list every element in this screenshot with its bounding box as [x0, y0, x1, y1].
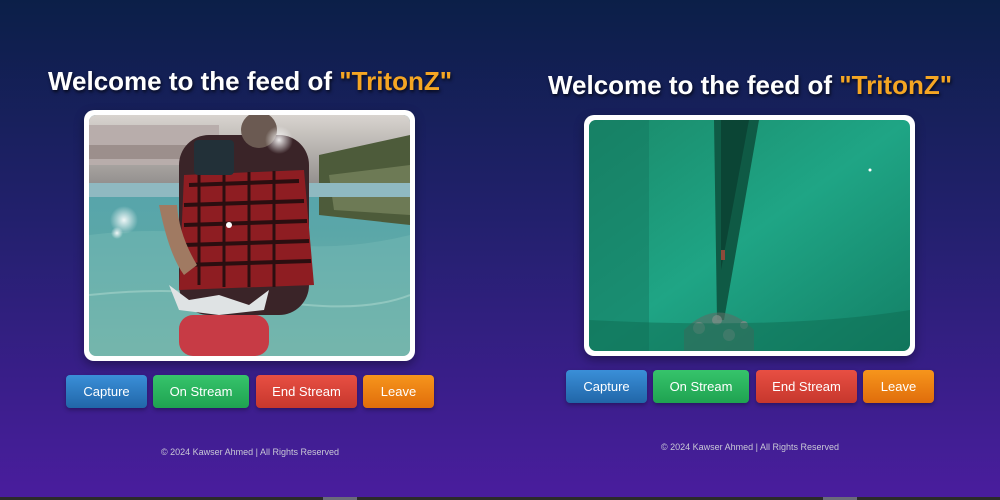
footer-copyright: © 2024 Kawser Ahmed | All Rights Reserve…	[160, 447, 340, 457]
feed-panel-left: Welcome to the feed of "TritonZ" Capture…	[0, 0, 500, 497]
video-frame	[584, 115, 915, 356]
video-feed[interactable]	[589, 120, 910, 351]
on-stream-button[interactable]: On Stream	[653, 370, 749, 403]
page-title: Welcome to the feed of "TritonZ"	[500, 70, 1000, 101]
video-feed[interactable]	[89, 115, 410, 356]
leave-button[interactable]: Leave	[363, 375, 434, 408]
capture-button[interactable]: Capture	[66, 375, 147, 408]
on-stream-button[interactable]: On Stream	[153, 375, 249, 408]
page-title: Welcome to the feed of "TritonZ"	[0, 66, 500, 97]
capture-button[interactable]: Capture	[566, 370, 647, 403]
footer-copyright: © 2024 Kawser Ahmed | All Rights Reserve…	[660, 442, 840, 452]
end-stream-button[interactable]: End Stream	[256, 375, 357, 408]
title-prefix: Welcome to the feed of	[47, 66, 340, 96]
leave-button[interactable]: Leave	[863, 370, 934, 403]
title-brand: "TritonZ"	[839, 70, 953, 100]
end-stream-button[interactable]: End Stream	[756, 370, 857, 403]
title-brand: "TritonZ"	[339, 66, 453, 96]
video-frame	[84, 110, 415, 361]
video-frame-underwater-scene	[589, 120, 910, 351]
video-frame-pool-scene	[89, 115, 410, 356]
title-prefix: Welcome to the feed of	[547, 70, 840, 100]
feed-panel-right: Welcome to the feed of "TritonZ" Capture…	[500, 0, 1000, 497]
